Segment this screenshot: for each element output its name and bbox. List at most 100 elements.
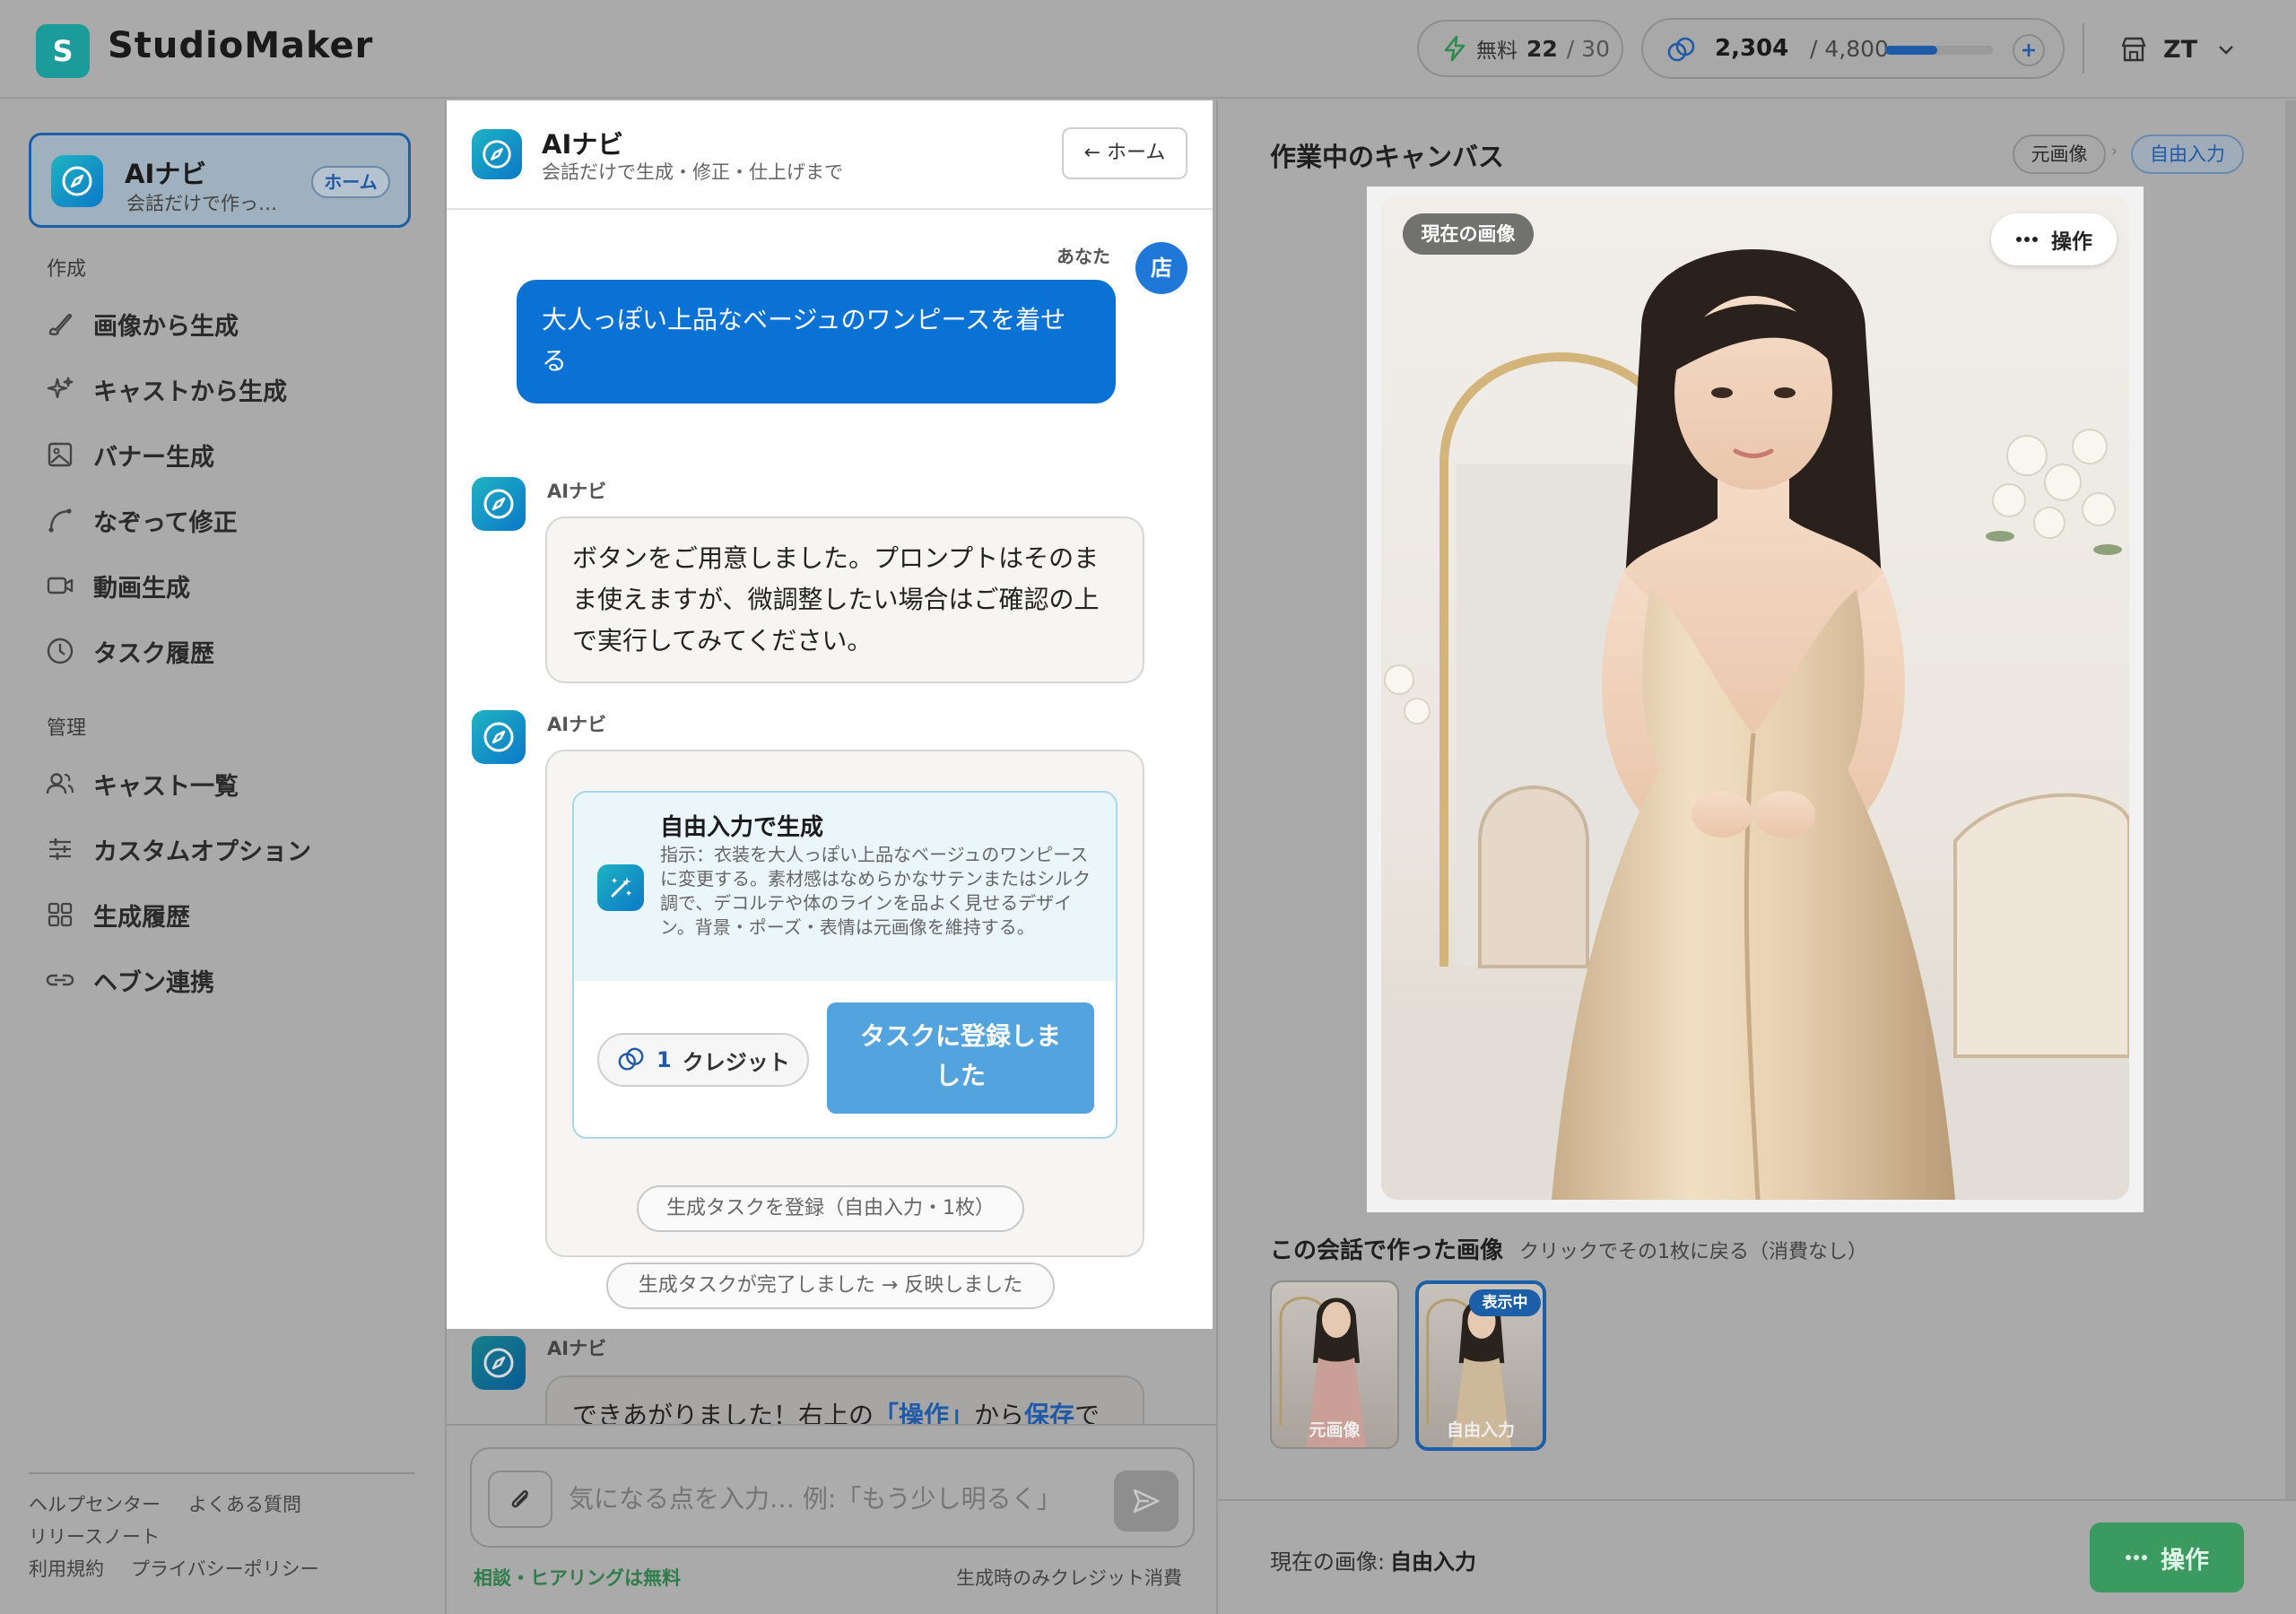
credits-pill[interactable]: 2,304 / 4,800 [1641,18,2065,79]
image-icon [45,439,75,470]
more-dots-icon [2015,236,2039,243]
history-thumbnail[interactable]: 元画像 [1270,1280,1399,1449]
status-chip-completed: 生成タスクが完了しました → 反映しました [606,1263,1055,1309]
ai-label: AIナビ [547,1338,607,1359]
users-icon [45,768,75,799]
breadcrumb-chevron-icon: › [2111,142,2118,161]
task-card: 自由入力で生成 指示：衣装を大人っぽい上品なベージュのワンピースに変更する。素材… [572,791,1118,1139]
task-card-description: 指示：衣装を大人っぽい上品なベージュのワンピースに変更する。素材感はなめらかなサ… [660,844,1091,938]
brush-icon [45,308,75,339]
credits-total: / 4,800 [1810,36,1889,62]
chat-scroll-region: AIナビ できあがりました！右上の「操作」から保存で [447,1329,1213,1424]
ai-message-text: できあがりました！右上の [572,1401,874,1424]
footer-link-help[interactable]: ヘルプセンター [29,1490,161,1517]
actions-link[interactable]: 「操作」 [874,1401,974,1424]
chat-title: AIナビ [542,129,624,160]
history-thumbnail-selected[interactable]: 表示中 自由入力 [1415,1280,1546,1451]
thumbnail-label: 自由入力 [1446,1420,1515,1440]
image-actions-label: 操作 [2051,230,2092,254]
task-credit-amount: 1 [657,1047,672,1072]
home-button[interactable]: ← ホーム [1062,127,1187,179]
ai-avatar-compass-icon [472,710,526,764]
user-menu[interactable]: ZT [2118,27,2235,72]
task-credit-label: クレジット [682,1049,790,1075]
sidebar-item-image-generate[interactable]: 画像から生成 [45,301,239,346]
ai-message-bubble: ボタンをご用意しました。プロンプトはそのまま使えますが、微調整したい場合はご確認… [545,516,1144,683]
sidebar-footer-divider [29,1472,414,1474]
add-credits-button[interactable] [2013,34,2045,66]
top-bar: S StudioMaker 無料 22 / 30 2,304 / 4,800 Z… [0,0,2296,99]
chat-header-divider [447,208,1213,210]
sidebar-item-banner-generate[interactable]: バナー生成 [45,432,214,477]
section-manage-label: 管理 [47,717,87,740]
footer-current-label: 現在の画像: [1270,1549,1386,1575]
tag-original-image[interactable]: 元画像 [2013,134,2106,174]
sidebar-item-label: キャスト一覧 [93,772,239,801]
sidebar-item-label: 動画生成 [93,574,190,603]
grid-icon [45,899,75,930]
footer-link-faq[interactable]: よくある質問 [188,1490,301,1517]
free-used: 22 [1526,35,1558,62]
app-logo[interactable]: S [36,24,90,78]
send-button[interactable] [1114,1471,1178,1532]
credit-coins-icon [617,1046,646,1073]
chat-divider [1216,100,1218,1614]
ai-label: AIナビ [547,714,607,735]
ai-message-bubble: できあがりました！右上の「操作」から保存で [545,1375,1144,1424]
credit-consume-note: 生成時のみクレジット消費 [956,1567,1182,1589]
free-total: / 30 [1566,35,1610,62]
chat-input[interactable] [567,1474,1105,1523]
portrait-illustration [1381,249,2129,1200]
user-message-bubble: 大人っぽい上品なベージュのワンピースを着せる [517,280,1116,404]
sidebar-item-cast-list[interactable]: キャスト一覧 [45,761,239,806]
sidebar-item-heaven-link[interactable]: ヘブン連携 [45,958,214,1002]
save-link[interactable]: 保存 [1024,1401,1074,1424]
sidebar-item-video-generate[interactable]: 動画生成 [45,563,190,608]
sidebar-item-label: バナー生成 [93,443,214,472]
current-image-badge: 現在の画像 [1403,213,1534,255]
send-icon [1131,1487,1161,1515]
attach-button[interactable] [488,1471,552,1528]
compass-icon [51,155,103,207]
sidebar-item-generation-history[interactable]: 生成履歴 [45,892,190,937]
video-icon [45,570,75,601]
clock-icon [45,636,75,666]
thumbnail-showing-badge: 表示中 [1469,1289,1541,1316]
canvas-frame: 現在の画像 操作 [1367,187,2144,1212]
task-card-title: 自由入力で生成 [660,814,824,841]
image-actions-button[interactable]: 操作 [1991,213,2117,265]
credits-progress [1885,46,1993,55]
sidebar-item-cast-generate[interactable]: キャストから生成 [45,367,287,412]
chevron-down-icon [2217,43,2235,56]
sidebar-item-label: タスク履歴 [93,639,214,668]
section-create-label: 作成 [47,258,87,281]
history-title: この会話で作った画像 [1270,1237,1504,1264]
chat-panel: AIナビ 会話だけで生成・修正・仕上げまで ← ホーム あなた 店 大人っぽい上… [447,100,1213,1329]
sidebar-item-label: 生成履歴 [93,903,190,932]
tag-free-input[interactable]: 自由入力 [2131,134,2244,174]
sliders-icon [45,834,75,864]
composer [470,1447,1195,1548]
thumbnail-label: 元画像 [1309,1420,1361,1440]
footer-current-value: 自由入力 [1390,1549,1476,1575]
footer-link-release-notes[interactable]: リリースノート [29,1523,160,1549]
ai-avatar-compass-icon [472,477,526,531]
free-usage-pill[interactable]: 無料 22 / 30 [1417,20,1623,77]
sidebar-home-card[interactable]: AIナビ 会話だけで作っ… ホーム [29,133,411,228]
current-image[interactable]: 現在の画像 操作 [1381,195,2129,1200]
credit-coins-icon [1666,36,1697,65]
app-title: StudioMaker [108,25,374,66]
footer-actions-button[interactable]: 操作 [2090,1523,2244,1592]
free-consult-note: 相談・ヒアリングは無料 [474,1567,681,1589]
sidebar-item-custom-options[interactable]: カスタムオプション [45,827,311,872]
sidebar-item-label: キャストから生成 [93,377,287,406]
task-registered-button[interactable]: タスクに登録しました [827,1002,1094,1114]
sidebar-item-label: ヘブン連携 [93,968,214,997]
footer-link-privacy[interactable]: プライバシーポリシー [131,1555,319,1582]
canvas-scrollbar[interactable] [2285,100,2296,1499]
credits-value: 2,304 [1715,35,1789,62]
magic-wand-icon [597,864,644,911]
footer-link-terms[interactable]: 利用規約 [29,1555,104,1582]
sidebar-item-task-history[interactable]: タスク履歴 [45,629,214,673]
sidebar-item-trace-edit[interactable]: なぞって修正 [45,498,238,542]
